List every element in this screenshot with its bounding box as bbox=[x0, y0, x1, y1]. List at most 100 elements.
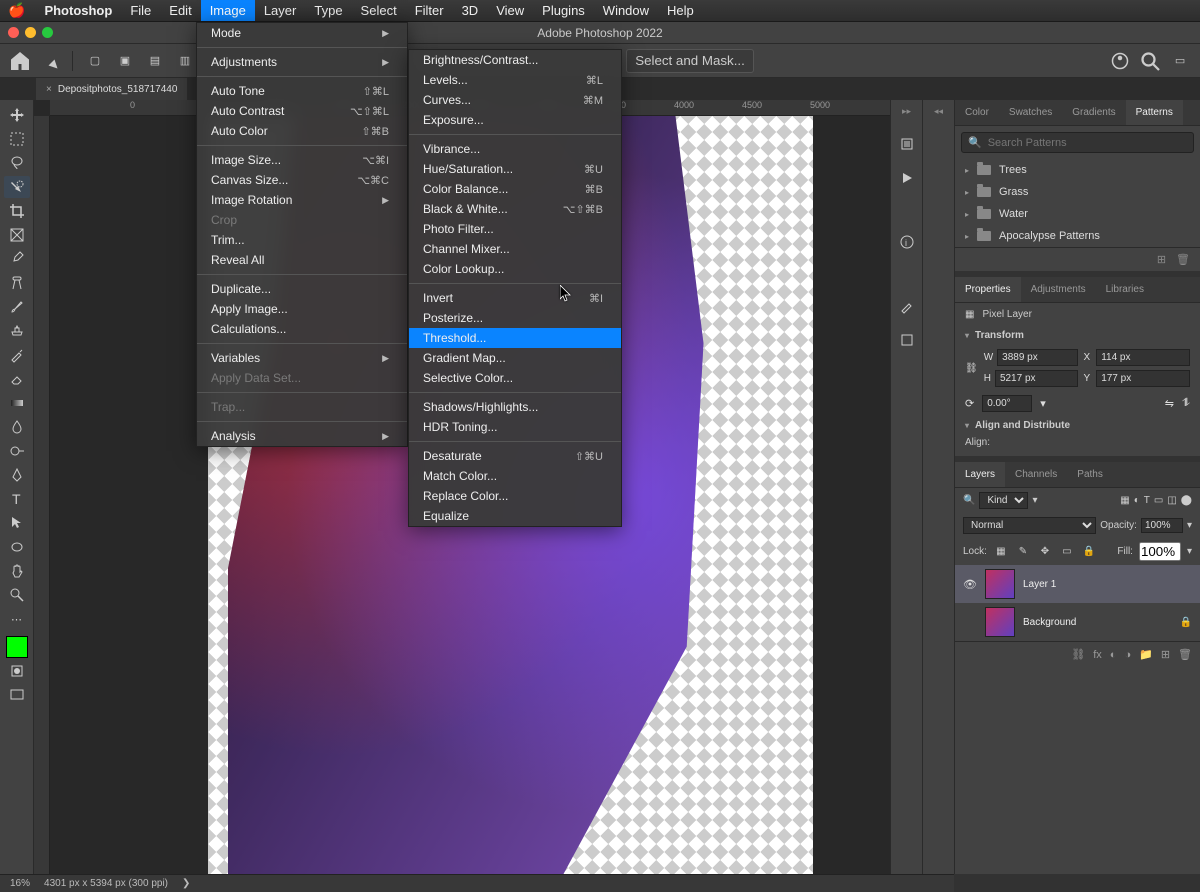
x-input[interactable] bbox=[1096, 349, 1190, 366]
blend-mode-select[interactable]: Normal bbox=[963, 517, 1096, 534]
blur-tool-icon[interactable] bbox=[4, 416, 30, 438]
layer-filter-kind[interactable]: Kind bbox=[979, 492, 1028, 509]
hand-tool-icon[interactable] bbox=[4, 560, 30, 582]
document-tab[interactable]: × Depositphotos_518717440 bbox=[36, 78, 187, 100]
brush-tool-icon[interactable] bbox=[4, 296, 30, 318]
panel-tab-properties[interactable]: Properties bbox=[955, 277, 1021, 302]
close-tab-icon[interactable]: × bbox=[46, 84, 52, 95]
menu-item-adjustments[interactable]: Adjustments▶ bbox=[197, 52, 407, 72]
crop-tool-icon[interactable] bbox=[4, 200, 30, 222]
menu-item-color-lookup---[interactable]: Color Lookup... bbox=[409, 259, 621, 279]
panel-tab-layers[interactable]: Layers bbox=[955, 462, 1005, 487]
menu-item-photo-filter---[interactable]: Photo Filter... bbox=[409, 219, 621, 239]
zoom-level[interactable]: 16% bbox=[10, 878, 30, 889]
filter-smart-icon[interactable]: ◫ bbox=[1167, 495, 1176, 506]
menubar-item-image[interactable]: Image bbox=[201, 0, 255, 21]
minimize-window-button[interactable] bbox=[25, 27, 36, 38]
adjustment-layer-icon[interactable]: ◑ bbox=[1124, 649, 1131, 661]
menu-item-auto-contrast[interactable]: Auto Contrast⌥⇧⌘L bbox=[197, 101, 407, 121]
patterns-search-input[interactable] bbox=[988, 137, 1187, 149]
pattern-group-water[interactable]: ▸Water bbox=[955, 203, 1200, 225]
menu-item-channel-mixer---[interactable]: Channel Mixer... bbox=[409, 239, 621, 259]
tool-preset-dropdown[interactable] bbox=[38, 49, 62, 73]
menubar-item-help[interactable]: Help bbox=[658, 0, 703, 21]
home-icon[interactable] bbox=[8, 49, 32, 73]
menu-item-image-size---[interactable]: Image Size...⌥⌘I bbox=[197, 150, 407, 170]
expand-strip-icon[interactable]: ◂◂ bbox=[923, 106, 954, 118]
menubar-item-select[interactable]: Select bbox=[352, 0, 406, 21]
menu-item-hue-saturation---[interactable]: Hue/Saturation...⌘U bbox=[409, 159, 621, 179]
panel-tab-color[interactable]: Color bbox=[955, 100, 999, 125]
screen-mode-icon[interactable] bbox=[4, 684, 30, 706]
history-brush-tool-icon[interactable] bbox=[4, 344, 30, 366]
menu-item-gradient-map---[interactable]: Gradient Map... bbox=[409, 348, 621, 368]
quick-mask-icon[interactable] bbox=[4, 660, 30, 682]
lock-transparency-icon[interactable]: ▦ bbox=[993, 544, 1009, 560]
menu-item-equalize[interactable]: Equalize bbox=[409, 506, 621, 526]
layer-row[interactable]: 👁 Layer 1 bbox=[955, 565, 1200, 603]
clone-stamp-tool-icon[interactable] bbox=[4, 320, 30, 342]
panel-tab-paths[interactable]: Paths bbox=[1067, 462, 1113, 487]
lock-all-icon[interactable]: 🔒 bbox=[1081, 544, 1097, 560]
quick-selection-tool-icon[interactable] bbox=[4, 176, 30, 198]
link-dimensions-icon[interactable]: ⛓ bbox=[965, 363, 978, 374]
menu-item-threshold---[interactable]: Threshold... bbox=[409, 328, 621, 348]
menu-item-invert[interactable]: Invert⌘I bbox=[409, 288, 621, 308]
menu-item-levels---[interactable]: Levels...⌘L bbox=[409, 70, 621, 90]
filter-type-icon[interactable]: T bbox=[1144, 495, 1150, 506]
expand-strip-icon[interactable]: ▸▸ bbox=[891, 106, 922, 118]
menubar-item-type[interactable]: Type bbox=[305, 0, 351, 21]
menu-item-hdr-toning---[interactable]: HDR Toning... bbox=[409, 417, 621, 437]
close-window-button[interactable] bbox=[8, 27, 19, 38]
marquee-tool-icon[interactable] bbox=[4, 128, 30, 150]
menubar-item-layer[interactable]: Layer bbox=[255, 0, 306, 21]
menu-item-replace-color---[interactable]: Replace Color... bbox=[409, 486, 621, 506]
menu-item-mode[interactable]: Mode▶ bbox=[197, 23, 407, 43]
menu-item-canvas-size---[interactable]: Canvas Size...⌥⌘C bbox=[197, 170, 407, 190]
transform-section-label[interactable]: Transform bbox=[975, 330, 1024, 341]
menubar-item-file[interactable]: File bbox=[121, 0, 160, 21]
brush-settings-panel-icon[interactable] bbox=[894, 328, 920, 352]
document-info[interactable]: 4301 px x 5394 px (300 ppi) bbox=[44, 878, 168, 889]
search-icon[interactable] bbox=[1138, 49, 1162, 73]
menu-item-desaturate[interactable]: Desaturate⇧⌘U bbox=[409, 446, 621, 466]
new-selection-icon[interactable]: ▢ bbox=[83, 49, 107, 73]
filter-toggle-icon[interactable]: ⬤ bbox=[1181, 495, 1192, 506]
frame-tool-icon[interactable] bbox=[4, 224, 30, 246]
vertical-ruler[interactable] bbox=[34, 116, 50, 874]
pattern-group-trees[interactable]: ▸Trees bbox=[955, 159, 1200, 181]
filter-shape-icon[interactable]: ▭ bbox=[1154, 495, 1163, 506]
menu-item-color-balance---[interactable]: Color Balance...⌘B bbox=[409, 179, 621, 199]
menubar-item-plugins[interactable]: Plugins bbox=[533, 0, 594, 21]
visibility-toggle-icon[interactable]: 👁 bbox=[963, 578, 977, 591]
filter-pixel-icon[interactable]: ▦ bbox=[1120, 495, 1129, 506]
zoom-window-button[interactable] bbox=[42, 27, 53, 38]
layer-thumbnail[interactable] bbox=[985, 569, 1015, 599]
layer-name-label[interactable]: Layer 1 bbox=[1023, 579, 1192, 590]
menu-item-exposure---[interactable]: Exposure... bbox=[409, 110, 621, 130]
delete-pattern-icon[interactable]: 🗑 bbox=[1176, 253, 1190, 266]
layer-mask-icon[interactable]: ◐ bbox=[1110, 649, 1117, 661]
menubar-item-window[interactable]: Window bbox=[594, 0, 658, 21]
move-tool-icon[interactable] bbox=[4, 104, 30, 126]
eyedropper-tool-icon[interactable] bbox=[4, 248, 30, 270]
layer-fx-icon[interactable]: fx bbox=[1093, 649, 1102, 661]
menu-item-selective-color---[interactable]: Selective Color... bbox=[409, 368, 621, 388]
apple-logo-icon[interactable]: 🍎 bbox=[8, 2, 25, 19]
menu-item-black---white---[interactable]: Black & White...⌥⇧⌘B bbox=[409, 199, 621, 219]
opacity-input[interactable] bbox=[1141, 518, 1183, 533]
menu-item-duplicate---[interactable]: Duplicate... bbox=[197, 279, 407, 299]
brushes-panel-icon[interactable] bbox=[894, 294, 920, 318]
actions-panel-icon[interactable] bbox=[894, 166, 920, 190]
patterns-search[interactable]: 🔍 bbox=[961, 132, 1194, 153]
align-section-label[interactable]: Align and Distribute bbox=[975, 420, 1070, 431]
dodge-tool-icon[interactable] bbox=[4, 440, 30, 462]
menu-item-brightness-contrast---[interactable]: Brightness/Contrast... bbox=[409, 50, 621, 70]
pen-tool-icon[interactable] bbox=[4, 464, 30, 486]
lasso-tool-icon[interactable] bbox=[4, 152, 30, 174]
panel-tab-channels[interactable]: Channels bbox=[1005, 462, 1067, 487]
foreground-color-swatch[interactable] bbox=[6, 636, 28, 658]
height-input[interactable] bbox=[995, 370, 1078, 387]
type-tool-icon[interactable]: T bbox=[4, 488, 30, 510]
menu-item-auto-color[interactable]: Auto Color⇧⌘B bbox=[197, 121, 407, 141]
